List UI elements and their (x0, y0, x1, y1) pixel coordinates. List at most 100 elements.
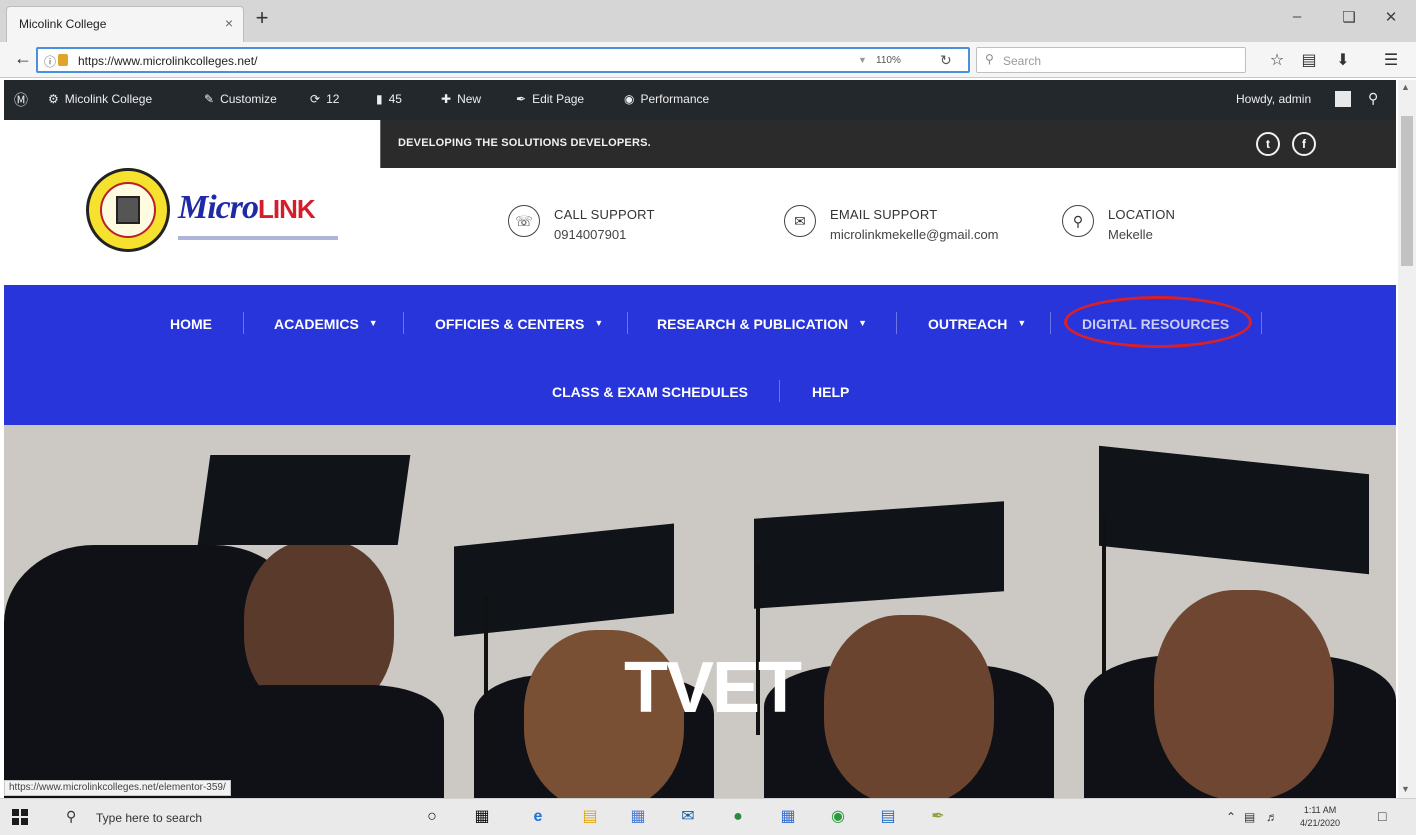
restore-icon[interactable]: ❏ (1334, 8, 1364, 26)
notification-icon[interactable]: □ (1378, 808, 1386, 824)
edge-icon[interactable]: e (526, 805, 550, 829)
admin-site-name[interactable]: ⚙ Micolink College (48, 92, 152, 106)
screen: Micolink College × + – ❏ ✕ ← ⓘ https://w… (0, 0, 1416, 835)
caret-down-icon: ▼ (594, 318, 604, 328)
caret-down-icon: ▼ (368, 318, 378, 328)
app-feather-icon[interactable]: ✒ (926, 805, 950, 829)
microlink-wordmark[interactable]: MicroLINK (178, 189, 316, 227)
file-explorer-icon[interactable]: ▤ (578, 805, 602, 829)
refresh-icon: ⟳ (310, 92, 321, 106)
taskbar-search[interactable]: ⚲ Type here to search (54, 799, 354, 835)
contact-value[interactable]: 0914007901 (554, 227, 626, 242)
site-tagline: DEVELOPING THE SOLUTIONS DEVELOPERS. (398, 137, 651, 149)
search-icon: ⚲ (66, 808, 77, 824)
dashboard-icon: ⚙ (48, 92, 59, 106)
search-input[interactable]: ⚲ Search (976, 47, 1246, 73)
nav-outreach[interactable]: OUTREACH ▼ (928, 316, 1026, 332)
menu-icon[interactable]: ☰ (1380, 50, 1402, 70)
search-placeholder: Search (1003, 54, 1042, 68)
system-clock[interactable]: 1:11 AM 4/21/2020 (1300, 804, 1340, 830)
brush-icon: ✎ (204, 92, 215, 106)
link-status-bar: https://www.microlinkcolleges.net/elemen… (4, 780, 231, 796)
app-icon[interactable]: ▦ (776, 805, 800, 829)
tab-close-icon[interactable]: × (225, 15, 233, 31)
nav-separator (779, 380, 780, 402)
facebook-icon[interactable]: f (1292, 132, 1316, 156)
seal-inner (100, 182, 156, 238)
site-top-strip: DEVELOPING THE SOLUTIONS DEVELOPERS. t f (380, 120, 1396, 168)
admin-search-icon[interactable]: ⚲ (1368, 90, 1378, 107)
highlight-annotation-ring (1064, 296, 1252, 348)
app-circle-icon[interactable]: ◉ (826, 805, 850, 829)
windows-taskbar: ⚲ Type here to search ○ ▦ e ▤ ▦ ✉ ● ▦ ◉ … (0, 798, 1416, 835)
admin-customize[interactable]: ✎ Customize (204, 92, 277, 106)
nav-research-publication[interactable]: RESEARCH & PUBLICATION ▼ (657, 316, 867, 332)
reload-icon[interactable]: ↻ (940, 52, 952, 69)
store-icon[interactable]: ▦ (626, 805, 650, 829)
nav-offices-centers[interactable]: OFFICIES & CENTERS ▼ (435, 316, 603, 332)
dropdown-arrow-icon[interactable]: ▼ (858, 55, 867, 65)
wordpress-icon[interactable]: Ⓜ (14, 90, 28, 110)
nav-academics[interactable]: ACADEMICS ▼ (274, 316, 378, 332)
browser-tab[interactable]: Micolink College × (6, 6, 244, 42)
clock-date: 4/21/2020 (1300, 818, 1341, 828)
new-tab-button[interactable]: + (250, 5, 274, 31)
nav-separator (896, 312, 897, 334)
graduate-face (824, 615, 994, 798)
plus-icon: ✚ (441, 92, 452, 106)
graduate-face (1154, 590, 1334, 798)
windows-start-icon[interactable] (12, 809, 28, 825)
contact-value[interactable]: microlinkmekelle@gmail.com (830, 227, 999, 242)
admin-new[interactable]: ✚ New (441, 92, 481, 106)
bookmark-star-icon[interactable]: ☆ (1266, 50, 1288, 70)
phone-icon: ☏ (508, 205, 540, 237)
download-icon[interactable]: ⬇ (1332, 50, 1354, 70)
graduation-cap (197, 455, 411, 545)
admin-edit-page[interactable]: ✒ Edit Page (516, 92, 584, 106)
back-arrow-icon[interactable]: ← (14, 48, 32, 69)
zoom-level[interactable]: 110% (876, 55, 901, 66)
nav-separator (243, 312, 244, 334)
nav-home[interactable]: HOME (170, 316, 212, 332)
library-icon[interactable]: ▤ (1298, 50, 1320, 70)
tab-title: Micolink College (19, 17, 107, 31)
browser-globe-icon[interactable]: ● (726, 805, 750, 829)
pencil-icon: ✒ (516, 92, 527, 106)
college-seal-logo[interactable] (86, 168, 170, 252)
admin-howdy[interactable]: Howdy, admin (1236, 92, 1311, 106)
scroll-up-icon[interactable]: ▲ (1401, 82, 1410, 92)
caret-down-icon: ▼ (858, 318, 867, 328)
network-icon[interactable]: ▤ (1244, 810, 1255, 824)
cap-tassel (1102, 515, 1106, 725)
task-view-icon[interactable]: ▦ (470, 805, 494, 829)
app-window-icon[interactable]: ▤ (876, 805, 900, 829)
scroll-down-icon[interactable]: ▼ (1401, 784, 1410, 794)
minimize-icon[interactable]: – (1282, 8, 1312, 25)
nav-separator (627, 312, 628, 334)
address-bar[interactable]: ⓘ https://www.microlinkcolleges.net/ ▼ 1… (36, 47, 970, 73)
info-icon[interactable]: ⓘ (44, 53, 56, 70)
url-text[interactable]: https://www.microlinkcolleges.net/ (78, 54, 257, 68)
nav-help[interactable]: HELP (812, 384, 849, 400)
clock-time: 1:11 AM (1303, 805, 1337, 815)
twitter-icon[interactable]: t (1256, 132, 1280, 156)
admin-performance[interactable]: ◉ Performance (624, 92, 709, 106)
page-scrollbar[interactable]: ▲ ▼ (1398, 80, 1416, 798)
admin-comments[interactable]: ▮ 45 (376, 92, 402, 106)
avatar[interactable] (1335, 91, 1351, 107)
tray-chevron-icon[interactable]: ⌃ (1226, 810, 1236, 824)
nav-class-exam-schedules[interactable]: CLASS & EXAM SCHEDULES (552, 384, 748, 400)
mail-icon[interactable]: ✉ (676, 805, 700, 829)
nav-separator (403, 312, 404, 334)
lock-warning-icon[interactable] (58, 54, 68, 66)
window-close-icon[interactable]: ✕ (1376, 8, 1406, 26)
contact-title: EMAIL SUPPORT (830, 207, 938, 222)
scroll-thumb[interactable] (1401, 116, 1413, 266)
contact-title: LOCATION (1108, 207, 1176, 222)
cap-tassel (484, 595, 488, 775)
graduate-gown (194, 685, 444, 798)
volume-icon[interactable]: ♬ (1266, 810, 1278, 824)
admin-updates[interactable]: ⟳ 12 (310, 92, 339, 106)
browser-tab-strip: Micolink College × + – ❏ ✕ (0, 0, 1416, 42)
cortana-icon[interactable]: ○ (420, 805, 444, 829)
